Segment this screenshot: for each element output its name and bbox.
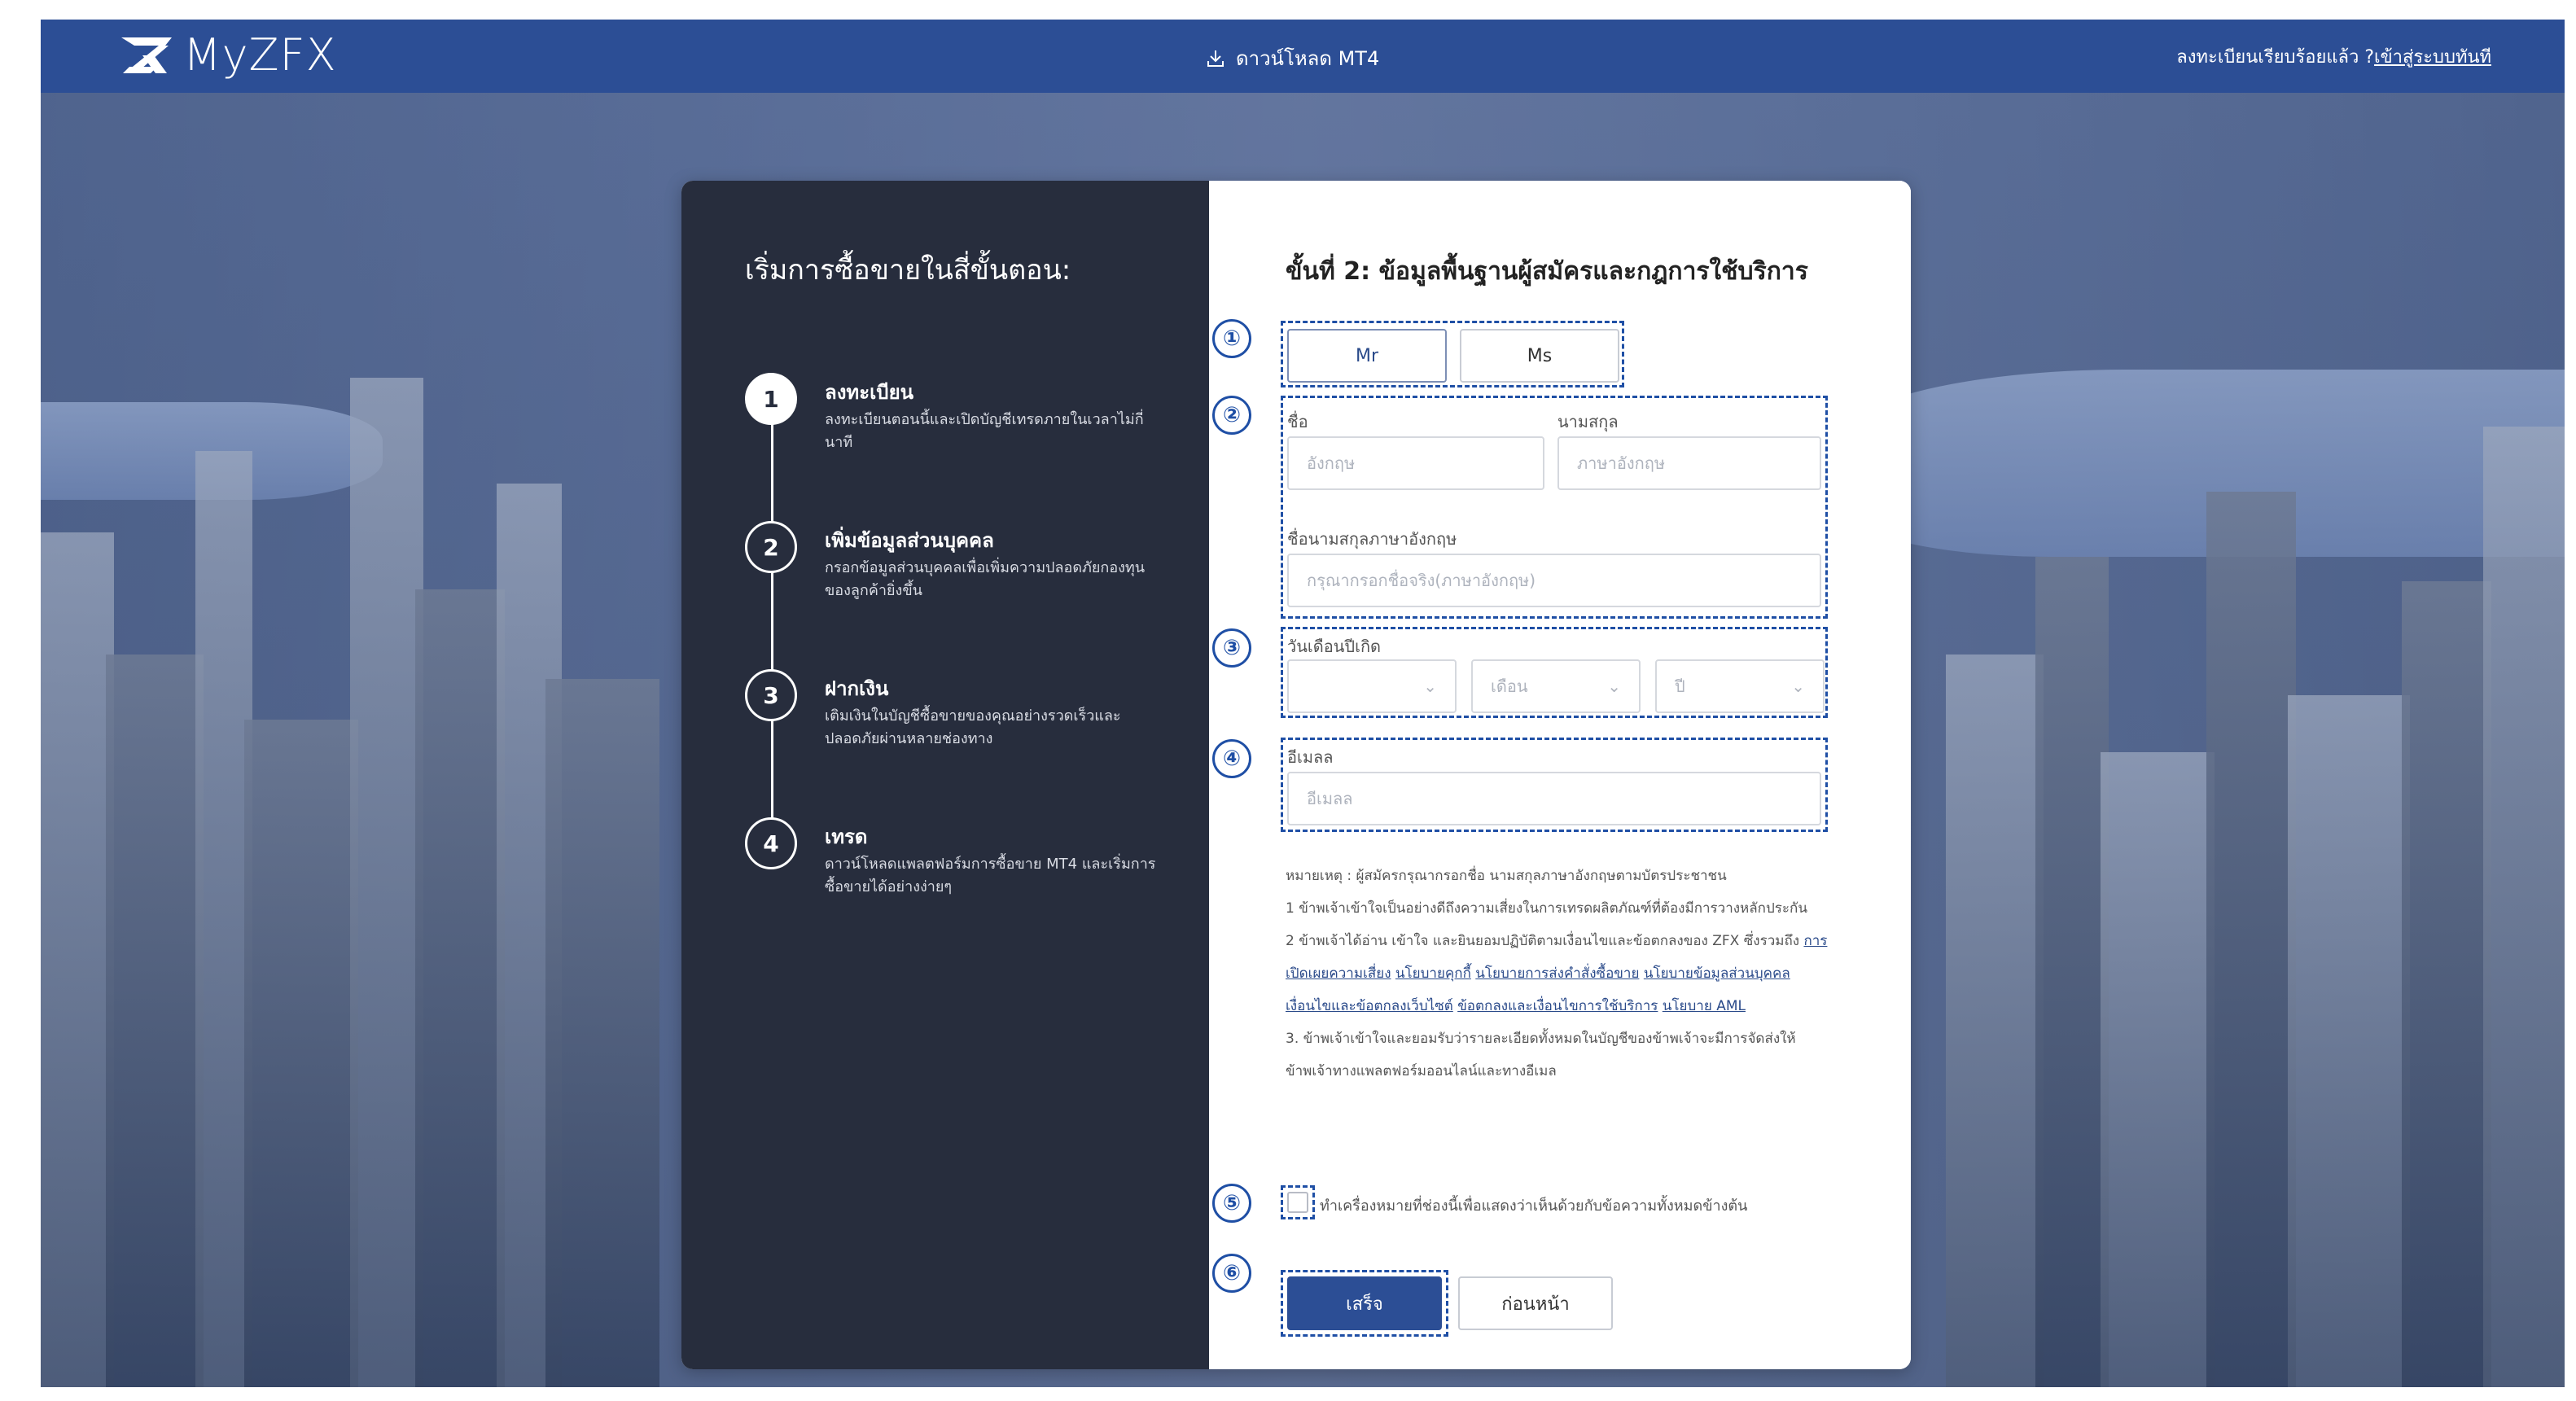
back-button[interactable]: ก่อนหน้า <box>1458 1276 1613 1330</box>
step-number: 1 <box>745 373 797 425</box>
step-title: เพิ่มข้อมูลส่วนบุคคล <box>825 529 994 552</box>
birth-month-select[interactable]: เดือน ⌄ <box>1471 659 1641 713</box>
agree-text: ทำเครื่องหมายที่ช่องนี้เพื่อแสดงว่าเห็นด… <box>1320 1197 1748 1215</box>
login-prompt-text: ลงทะเบียนเรียบร้อยแล้ว ? <box>2176 47 2375 68</box>
annotation-marker-2: ② <box>1212 396 1251 435</box>
zfx-logo-icon <box>121 37 172 73</box>
birth-year-select[interactable]: ปี ⌄ <box>1655 659 1825 713</box>
steps-connector-line <box>771 402 773 858</box>
agree-checkbox[interactable] <box>1287 1192 1308 1213</box>
order-execution-policy-link[interactable]: นโยบายการส่งคำสั่งซื้อขาย <box>1475 965 1639 982</box>
email-input[interactable] <box>1287 772 1821 825</box>
done-button[interactable]: เสร็จ <box>1287 1276 1442 1330</box>
page-frame: MyZFX ดาวน์โหลด MT4 ลงทะเบียนเรียบร้อยแล… <box>41 20 2565 1387</box>
first-name-input[interactable] <box>1287 436 1544 490</box>
step-title: ลงทะเบียน <box>825 381 914 404</box>
birth-day-select[interactable]: ⌄ <box>1287 659 1457 713</box>
annotation-marker-5: ⑤ <box>1212 1184 1251 1223</box>
annotation-marker-3: ③ <box>1212 628 1251 668</box>
step-number: 4 <box>745 817 797 869</box>
login-prompt: ลงทะเบียนเรียบร้อยแล้ว ?เข้าสู่ระบบทันที <box>2176 42 2491 71</box>
steps-panel: เริ่มการซื้อขายในสี่ขั้นตอน: 1 ลงทะเบียน… <box>681 181 1209 1369</box>
login-link[interactable]: เข้าสู่ระบบทันที <box>2374 47 2491 68</box>
fullname-input[interactable] <box>1287 554 1821 607</box>
terms-item-3: 3. ข้าพเจ้าเข้าใจและยอมรับว่ารายละเอียดท… <box>1286 1031 1796 1079</box>
step-number: 2 <box>745 521 797 573</box>
step-description: เติมเงินในบัญชีซื้อขายของคุณอย่างรวดเร็ว… <box>825 707 1121 747</box>
step-number: 3 <box>745 669 797 721</box>
chevron-down-icon: ⌄ <box>1423 676 1437 696</box>
mr-button[interactable]: Mr <box>1287 329 1447 383</box>
ms-button[interactable]: Ms <box>1460 329 1619 383</box>
aml-policy-link[interactable]: นโยบาย AML <box>1663 998 1746 1014</box>
form-panel: ขั้นที่ 2: ข้อมูลพื้นฐานผู้สมัครและกฎการ… <box>1209 181 1911 1369</box>
download-icon <box>1207 50 1224 67</box>
step-description: ดาวน์โหลดแพลตฟอร์มการซื้อขาย MT4 และเริ่… <box>825 856 1156 895</box>
last-name-label: นามสกุล <box>1557 412 1619 431</box>
website-terms-link[interactable]: เงื่อนไขและข้อตกลงเว็บไซต์ <box>1286 998 1453 1014</box>
terms-item-2: 2 ข้าพเจ้าได้อ่าน เข้าใจ และยินยอมปฏิบัต… <box>1286 925 1839 1022</box>
terms-text: หมายเหตุ : ผู้สมัครกรุณากรอกชื่อ นามสกุล… <box>1286 860 1839 1088</box>
birthdate-label: วันเดือนปีเกิด <box>1287 637 1382 656</box>
logo-text: MyZFX <box>183 29 337 81</box>
fullname-label: ชื่อนามสกุลภาษาอังกฤษ <box>1287 529 1457 549</box>
registration-card: เริ่มการซื้อขายในสี่ขั้นตอน: 1 ลงทะเบียน… <box>681 181 1911 1369</box>
download-mt4-link[interactable]: ดาวน์โหลด MT4 <box>1205 42 1379 74</box>
cookie-policy-link[interactable]: นโยบายคุกกี้ <box>1395 965 1471 982</box>
step-title: เทรด <box>825 825 868 848</box>
form-title: ขั้นที่ 2: ข้อมูลพื้นฐานผู้สมัครและกฎการ… <box>1286 257 1808 286</box>
chevron-down-icon: ⌄ <box>1791 676 1805 696</box>
steps-title: เริ่มการซื้อขายในสี่ขั้นตอน: <box>745 254 1071 287</box>
download-label: ดาวน์โหลด MT4 <box>1236 47 1380 70</box>
terms-item-2-prefix: 2 ข้าพเจ้าได้อ่าน เข้าใจ และยินยอมปฏิบัต… <box>1286 933 1800 949</box>
privacy-policy-link[interactable]: นโยบายข้อมูลส่วนบุคคล <box>1644 965 1790 982</box>
annotation-marker-6: ⑥ <box>1212 1254 1251 1293</box>
terms-note: หมายเหตุ : ผู้สมัครกรุณากรอกชื่อ นามสกุล… <box>1286 868 1727 884</box>
birth-year-value: ปี <box>1675 676 1685 696</box>
annotation-marker-1: ① <box>1212 319 1251 358</box>
step-title: ฝากเงิน <box>825 677 889 700</box>
birth-month-value: เดือน <box>1491 676 1528 696</box>
annotation-marker-4: ④ <box>1212 739 1251 778</box>
chevron-down-icon: ⌄ <box>1607 676 1621 696</box>
last-name-input[interactable] <box>1557 436 1821 490</box>
email-label: อีเมลล <box>1287 747 1334 767</box>
step-description: กรอกข้อมูลส่วนบุคคลเพื่อเพิ่มความปลอดภัย… <box>825 559 1146 599</box>
top-navigation-bar: MyZFX ดาวน์โหลด MT4 ลงทะเบียนเรียบร้อยแล… <box>41 20 2565 93</box>
service-terms-link[interactable]: ข้อตกลงและเงื่อนไขการใช้บริการ <box>1457 998 1658 1014</box>
step-description: ลงทะเบียนตอนนี้และเปิดบัญชีเทรดภายในเวลา… <box>825 411 1144 451</box>
first-name-label: ชื่อ <box>1287 412 1308 431</box>
terms-item-1: 1 ข้าพเจ้าเข้าใจเป็นอย่างดีถึงความเสี่ยง… <box>1286 900 1807 917</box>
logo[interactable]: MyZFX <box>118 29 337 81</box>
